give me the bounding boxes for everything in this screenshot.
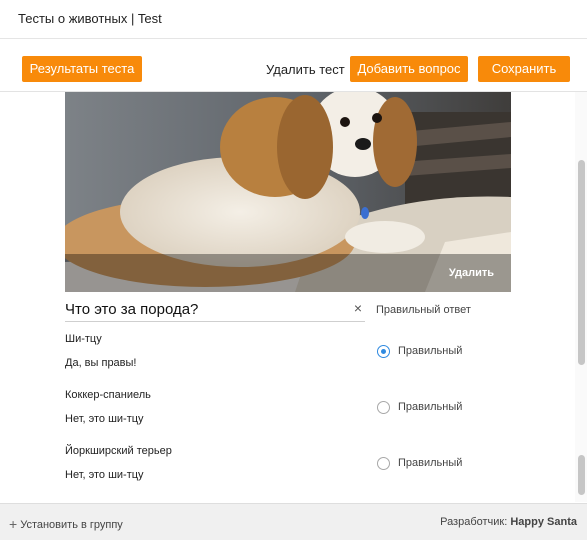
question-image: Удалить — [65, 92, 511, 292]
answer-name-field[interactable]: Ши-тцу — [65, 333, 102, 345]
save-button[interactable]: Сохранить — [478, 56, 570, 82]
developer-label: Разработчик: — [440, 516, 508, 528]
answer-name-field[interactable]: Коккер-спаниель — [65, 389, 151, 401]
install-to-group-link[interactable]: + Установить в группу — [9, 516, 123, 532]
scrollbar-thumb[interactable] — [578, 160, 585, 365]
correct-answer-radio[interactable] — [377, 457, 390, 470]
answer-comment-field[interactable]: Да, вы правы! — [65, 357, 136, 369]
add-question-button[interactable]: Добавить вопрос — [350, 56, 468, 82]
question-editor: Удалить Что это за порода? × Правильный … — [0, 92, 575, 502]
correct-answer-header: Правильный ответ — [376, 304, 471, 316]
question-text: Что это за порода? — [65, 301, 199, 318]
answer-name-field[interactable]: Йоркширский терьер — [65, 445, 172, 457]
correct-answer-radio-label: Правильный — [398, 457, 463, 469]
window-titlebar: Тесты о животных | Test — [0, 0, 587, 39]
toolbar: Результаты теста Удалить тест Добавить в… — [0, 39, 587, 92]
install-label: Установить в группу — [20, 519, 123, 531]
scrollbar-thumb-secondary[interactable] — [578, 455, 585, 495]
close-icon[interactable]: × — [354, 300, 362, 316]
answer-comment-field[interactable]: Нет, это ши-тцу — [65, 469, 144, 481]
correct-answer-radio[interactable] — [377, 345, 390, 358]
developer-info: Разработчик: Happy Santa — [440, 516, 577, 528]
delete-test-link[interactable]: Удалить тест — [266, 62, 345, 77]
plus-icon: + — [9, 516, 18, 532]
developer-name[interactable]: Happy Santa — [510, 516, 577, 528]
correct-answer-radio[interactable] — [377, 401, 390, 414]
correct-answer-radio-label: Правильный — [398, 345, 463, 357]
delete-image-button[interactable]: Удалить — [449, 267, 494, 279]
image-overlay-bar — [65, 254, 511, 292]
window-title: Тесты о животных | Test — [18, 11, 162, 26]
footer: + Установить в группу Разработчик: Happy … — [0, 503, 587, 540]
answer-comment-field[interactable]: Нет, это ши-тцу — [65, 413, 144, 425]
question-text-field[interactable]: Что это за порода? × — [65, 299, 365, 322]
results-button[interactable]: Результаты теста — [22, 56, 142, 82]
correct-answer-radio-label: Правильный — [398, 401, 463, 413]
